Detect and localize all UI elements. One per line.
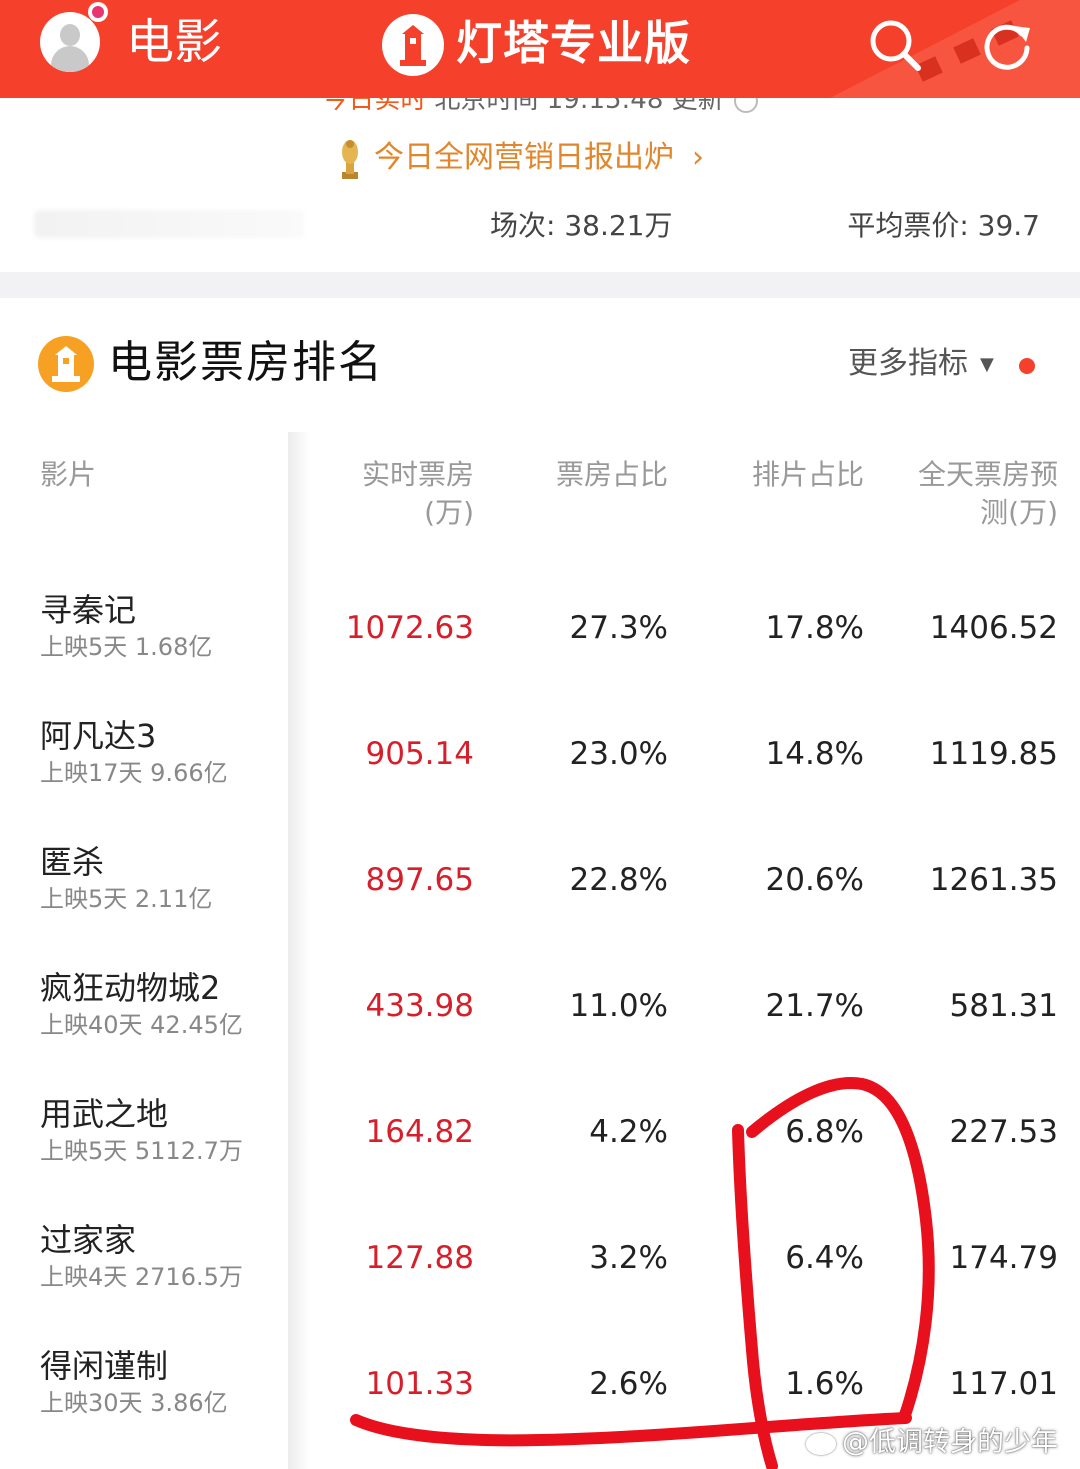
realtime-box-value: 433.98 xyxy=(365,988,474,1024)
film-name: 阿凡达3 xyxy=(40,717,157,755)
column-header-box-share[interactable]: 票房占比 xyxy=(500,456,668,494)
realtime-box-value: 164.82 xyxy=(365,1114,474,1150)
film-name: 得闲谨制 xyxy=(40,1347,169,1385)
film-release-info: 上映5天 1.68亿 xyxy=(40,633,213,661)
forecast-value: 1261.35 xyxy=(929,862,1058,898)
page-title[interactable]: 电影 xyxy=(126,14,222,70)
report-link-label: 今日全网营销日报出炉 xyxy=(374,140,674,175)
user-avatar[interactable] xyxy=(40,12,100,72)
chevron-right-icon: › xyxy=(692,140,704,175)
search-icon[interactable] xyxy=(864,14,926,76)
forecast-value: 227.53 xyxy=(949,1114,1058,1150)
table-row[interactable]: 寻秦记上映5天 1.68亿 1072.63 27.3% 17.8% 1406.52 xyxy=(0,590,1080,716)
forecast-value: 117.01 xyxy=(949,1366,1058,1402)
sessions-stat: 场次: 38.21万 xyxy=(490,209,673,242)
forecast-value: 581.31 xyxy=(949,988,1058,1024)
update-time: 今日实时 北京时间 19:15:48 更新 xyxy=(0,98,1080,120)
info-icon[interactable] xyxy=(733,98,758,113)
film-name: 寻秦记 xyxy=(40,591,137,629)
new-badge-dot xyxy=(1019,358,1035,374)
section-title: 电影票房排名 xyxy=(108,337,384,388)
forecast-header-line-2: 测(万) xyxy=(980,496,1058,529)
refresh-icon[interactable] xyxy=(976,14,1038,76)
realtime-box-value: 897.65 xyxy=(365,862,474,898)
schedule-share-value: 20.6% xyxy=(765,862,864,898)
box-share-value: 2.6% xyxy=(589,1366,668,1402)
box-share-value: 11.0% xyxy=(569,988,668,1024)
film-release-info: 上映40天 42.45亿 xyxy=(40,1011,243,1039)
update-text: 北京时间 19:15:48 更新 xyxy=(434,98,724,115)
ranking-logo-icon xyxy=(38,336,94,392)
schedule-share-value: 14.8% xyxy=(765,736,864,772)
schedule-share-value: 17.8% xyxy=(765,610,864,646)
brand-name: 灯塔专业版 xyxy=(456,16,691,70)
trophy-icon xyxy=(342,139,358,179)
lighthouse-logo-icon xyxy=(382,14,444,76)
schedule-share-value: 6.4% xyxy=(785,1240,864,1276)
column-header-forecast[interactable]: 全天票房预测(万) xyxy=(900,456,1058,532)
avatar-body xyxy=(51,46,89,72)
film-release-info: 上映5天 2.11亿 xyxy=(40,885,213,913)
schedule-share-value: 21.7% xyxy=(765,988,864,1024)
box-share-value: 23.0% xyxy=(569,736,668,772)
box-share-value: 27.3% xyxy=(569,610,668,646)
box-office-ranking: 电影票房排名 更多指标 ▼ 影片 实时票房 (万) 票房占比 排片占比 全天票房预测… xyxy=(0,298,1080,1469)
film-release-info: 上映17天 9.66亿 xyxy=(40,759,228,787)
avatar-head xyxy=(60,24,80,46)
box-share-value: 22.8% xyxy=(569,862,668,898)
film-name: 用武之地 xyxy=(40,1095,169,1133)
summary-card: 今日实时 北京时间 19:15:48 更新 今日全网营销日报出炉 › 场次: 38.… xyxy=(0,98,1080,272)
film-release-info: 上映30天 3.86亿 xyxy=(40,1389,228,1417)
forecast-value: 1406.52 xyxy=(929,610,1058,646)
film-release-info: 上映4天 2716.5万 xyxy=(40,1263,243,1291)
more-metrics-label: 更多指标 xyxy=(848,346,968,381)
schedule-share-value: 1.6% xyxy=(785,1366,864,1402)
realtime-box-header-line-1: 实时票房 xyxy=(361,458,474,491)
notification-dot xyxy=(88,2,108,22)
column-header-schedule-share[interactable]: 排片占比 xyxy=(700,456,864,494)
film-release-info: 上映5天 5112.7万 xyxy=(40,1137,243,1165)
daily-report-link[interactable]: 今日全网营销日报出炉 › xyxy=(336,136,704,180)
caret-down-icon: ▼ xyxy=(980,353,994,375)
update-lead: 今日实时 xyxy=(322,98,427,115)
film-name: 匿杀 xyxy=(40,843,105,881)
box-share-value: 3.2% xyxy=(589,1240,668,1276)
table-row[interactable]: 疯狂动物城2 上映40天 42.45亿 433.98 11.0% 21.7% 581.31 xyxy=(0,968,1080,1094)
film-name: 过家家 xyxy=(40,1221,137,1259)
table-row[interactable]: 阿凡达3 上映17天 9.66亿 905.14 23.0% 14.8% 1119.85 xyxy=(0,716,1080,842)
table-row[interactable]: 用武之地上映5天 5112.7万 164.82 4.2% 6.8% 227.53 xyxy=(0,1094,1080,1220)
forecast-value: 1119.85 xyxy=(929,736,1058,772)
column-header-film: 影片 xyxy=(40,458,97,491)
watermark-text: @低调转身的少年 xyxy=(842,1427,1058,1458)
schedule-share-value: 6.8% xyxy=(785,1114,864,1150)
more-metrics-button[interactable]: 更多指标 ▼ xyxy=(848,342,994,387)
realtime-box-value: 905.14 xyxy=(365,736,474,772)
realtime-box-value: 127.88 xyxy=(365,1240,474,1276)
watermark: @低调转身的少年 xyxy=(806,1424,1058,1462)
avg-price-stat: 平均票价: 39.7 xyxy=(847,209,1040,242)
column-header-realtime-box[interactable]: 实时票房 (万) xyxy=(300,456,474,532)
app-header: 电影 灯塔专业版 xyxy=(0,0,1080,98)
blurred-stat xyxy=(34,210,304,238)
section-divider xyxy=(0,272,1080,298)
film-name: 疯狂动物城2 xyxy=(40,969,221,1007)
box-share-value: 4.2% xyxy=(589,1114,668,1150)
table-row[interactable]: 过家家上映4天 2716.5万 127.88 3.2% 6.4% 174.79 xyxy=(0,1220,1080,1346)
table-row[interactable]: 匿杀上映5天 2.11亿 897.65 22.8% 20.6% 1261.35 xyxy=(0,842,1080,968)
realtime-box-value: 1072.63 xyxy=(345,610,474,646)
realtime-box-header-line-2: (万) xyxy=(424,496,474,529)
forecast-header-line-1: 全天票房预 xyxy=(917,458,1058,491)
weibo-icon xyxy=(806,1432,836,1455)
forecast-value: 174.79 xyxy=(949,1240,1058,1276)
realtime-box-value: 101.33 xyxy=(365,1366,474,1402)
